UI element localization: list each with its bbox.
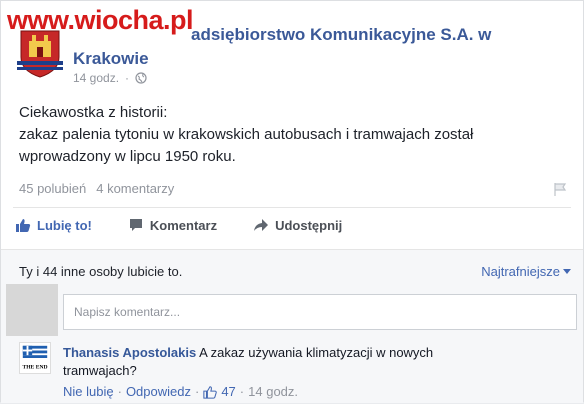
- thumbs-up-icon: [203, 385, 218, 399]
- thumbs-up-icon: [16, 219, 31, 232]
- post-text-line: zakaz palenia tytoniu w krakowskich auto…: [19, 126, 474, 143]
- comment-meta: Nie lubię · Odpowiedz · 47 · 14 godz.: [63, 384, 299, 399]
- comment-input[interactable]: Napisz komentarz...: [63, 294, 577, 330]
- comment-like-count[interactable]: 47: [221, 384, 235, 399]
- share-icon: [254, 219, 269, 231]
- comment-label: Komentarz: [149, 217, 218, 233]
- unlike-link[interactable]: Nie lubię: [63, 384, 114, 399]
- current-user-avatar[interactable]: [6, 284, 58, 336]
- post-stats: 45 polubień 4 komentarzy: [19, 181, 174, 196]
- like-label: Lubię to!: [37, 217, 92, 233]
- comment-item: THE END Thanasis Apostolakis A zakaz uży…: [19, 340, 579, 404]
- commenter-avatar[interactable]: THE END: [19, 342, 51, 374]
- comments-count[interactable]: 4 komentarzy: [96, 181, 174, 196]
- chevron-down-icon: [563, 268, 571, 274]
- globe-icon: [135, 72, 147, 84]
- reply-link[interactable]: Odpowiedz: [126, 384, 191, 399]
- share-button[interactable]: Udostępnij: [253, 217, 342, 233]
- svg-text:THE END: THE END: [22, 364, 47, 370]
- likes-summary[interactable]: Ty i 44 inne osoby lubicie to.: [19, 264, 182, 279]
- commenter-name[interactable]: Thanasis Apostolakis: [63, 345, 196, 360]
- comment-body: Thanasis Apostolakis A zakaz używania kl…: [63, 344, 493, 380]
- comment-icon: [129, 219, 142, 231]
- post-card: www.wiocha.pl adsiębiorstwo Komunikacyjn…: [0, 0, 584, 403]
- watermark: www.wiocha.pl: [7, 5, 194, 35]
- post-time[interactable]: 14 godz.: [73, 71, 119, 85]
- comment-time[interactable]: 14 godz.: [248, 384, 298, 399]
- post-text-line: Ciekawostka z historii:: [19, 104, 168, 121]
- action-bar: Lubię to! Komentarz Udostępnij: [15, 217, 342, 233]
- post-text: Ciekawostka z historii: zakaz palenia ty…: [19, 102, 569, 168]
- divider: [13, 207, 571, 208]
- comment-button[interactable]: Komentarz: [128, 217, 217, 233]
- comments-section: Ty i 44 inne osoby lubicie to. Najtrafni…: [1, 249, 583, 403]
- flag-icon[interactable]: [552, 181, 568, 197]
- post-meta: 14 godz. ·: [73, 71, 147, 85]
- post-text-line: wprowadzony w lipcu 1950 roku.: [19, 148, 236, 165]
- likes-count[interactable]: 45 polubień: [19, 181, 86, 196]
- like-button[interactable]: Lubię to!: [15, 217, 92, 233]
- sort-label: Najtrafniejsze: [481, 264, 560, 279]
- sort-dropdown[interactable]: Najtrafniejsze: [481, 264, 571, 279]
- share-label: Udostępnij: [275, 217, 343, 233]
